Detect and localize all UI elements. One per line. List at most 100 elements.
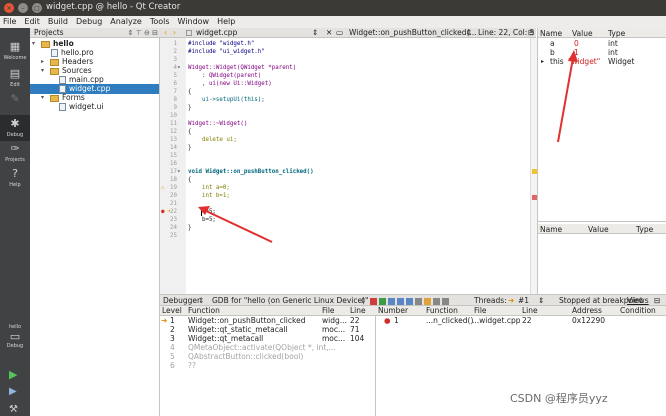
- tree-item-widget-ui[interactable]: widget.ui: [59, 102, 104, 112]
- breakpoint-function: ...n_clicked(): [426, 316, 474, 325]
- mode-projects[interactable]: ✑ Projects: [0, 140, 30, 166]
- frame-function: Widget::on_pushButton_clicked: [188, 316, 306, 325]
- toggle-breakpoint-icon[interactable]: [424, 297, 431, 305]
- locals-row[interactable]: b 1 int: [538, 48, 666, 57]
- locals-header: Name Value Type: [538, 28, 666, 38]
- thread-selector[interactable]: #1: [518, 295, 529, 306]
- breakpoint-row[interactable]: ● 1 ...n_clicked() ...widget.cpp 22 0x12…: [376, 316, 666, 325]
- frame-line: 104: [350, 334, 365, 343]
- symbol-dropdown-icon[interactable]: ⇕: [466, 28, 472, 37]
- symbol-selector[interactable]: Widget::on_pushButton_clicked(...: [349, 28, 477, 37]
- code-line: void Widget::on_pushButton_clicked(): [188, 169, 314, 175]
- menu-file[interactable]: File: [3, 16, 16, 28]
- continue-icon[interactable]: [379, 297, 386, 305]
- column-header[interactable]: Address: [572, 306, 602, 315]
- forward-arrow-icon[interactable]: ›: [173, 28, 176, 37]
- mode-help[interactable]: ? Help: [0, 165, 30, 191]
- stack-frame-row[interactable]: 5 QAbstractButton::clicked(bool): [160, 352, 376, 361]
- column-header[interactable]: File: [322, 306, 335, 315]
- column-header[interactable]: File: [474, 306, 487, 315]
- maximize-window-button[interactable]: □: [32, 3, 42, 13]
- menu-edit[interactable]: Edit: [24, 16, 40, 28]
- menu-build[interactable]: Build: [48, 16, 68, 28]
- step-over-icon[interactable]: [388, 297, 395, 305]
- step-into-icon[interactable]: [397, 297, 404, 305]
- menu-tools[interactable]: Tools: [150, 16, 170, 28]
- watermark: CSDN @程序员yyz: [510, 392, 608, 405]
- thread-dropdown-icon[interactable]: ⇕: [538, 295, 544, 306]
- column-header[interactable]: Type: [636, 225, 653, 234]
- expand-arrow-icon[interactable]: ▾: [41, 66, 47, 76]
- split-icon[interactable]: ⊟: [528, 28, 534, 37]
- mode-debug[interactable]: ✱ Debug: [0, 115, 30, 141]
- close-panel-icon[interactable]: ⊟: [654, 295, 660, 306]
- mode-sidebar: ▦ Welcome ▤ Edit ✎ ✱ Debug ✑ Projects ? …: [0, 28, 30, 416]
- engine-dropdown-icon[interactable]: ⇕: [360, 295, 366, 306]
- file-dropdown-icon[interactable]: ⇕: [312, 28, 318, 37]
- views-menu[interactable]: Views: [627, 295, 649, 306]
- run-icon[interactable]: ▶: [9, 368, 17, 381]
- menu-debug[interactable]: Debug: [76, 16, 102, 28]
- debug-run-icon[interactable]: ▶: [9, 386, 17, 397]
- fold-marker-icon[interactable]: ▾: [177, 64, 181, 72]
- column-header[interactable]: Line: [350, 306, 366, 315]
- locals-row[interactable]: ▸ this "widget" Widget: [538, 57, 666, 66]
- column-header[interactable]: Number: [378, 306, 408, 315]
- column-header[interactable]: Value: [588, 225, 609, 234]
- menu-window[interactable]: Window: [178, 16, 210, 28]
- monitor-icon: ▭: [9, 330, 21, 343]
- projects-toolbar[interactable]: ⇕ ⊤ ⊖ ⊟: [128, 28, 158, 38]
- column-header[interactable]: Level: [162, 306, 182, 315]
- mode-welcome[interactable]: ▦ Welcome: [0, 38, 30, 64]
- line-number: 24: [170, 225, 177, 231]
- code-line: }: [188, 145, 192, 151]
- stack-frame-row[interactable]: 3 Widget::qt_metacall moc... 104: [160, 334, 376, 343]
- column-header[interactable]: Name: [540, 225, 562, 234]
- menu-analyze[interactable]: Analyze: [110, 16, 142, 28]
- close-file-icon[interactable]: ✕: [326, 28, 332, 37]
- line-number: 5: [173, 73, 178, 79]
- step-out-icon[interactable]: [406, 297, 413, 305]
- column-header[interactable]: Value: [572, 29, 593, 38]
- debugger-dropdown-icon[interactable]: ⇕: [198, 295, 204, 306]
- close-window-button[interactable]: ✕: [4, 3, 14, 13]
- expand-arrow-icon[interactable]: ▸: [541, 57, 544, 66]
- back-arrow-icon[interactable]: ‹: [164, 28, 167, 37]
- column-header[interactable]: Condition: [620, 306, 656, 315]
- frame-level: 6: [170, 361, 175, 370]
- reverse-icon[interactable]: [442, 297, 449, 305]
- breakpoint-icon[interactable]: ●: [161, 208, 165, 216]
- mode-edit[interactable]: ▤ Edit: [0, 65, 30, 91]
- restart-icon[interactable]: [415, 297, 422, 305]
- column-header[interactable]: Line: [522, 306, 538, 315]
- minimize-window-button[interactable]: –: [18, 3, 28, 13]
- mode-design[interactable]: ✎: [0, 90, 30, 116]
- column-header[interactable]: Name: [540, 29, 562, 38]
- column-header[interactable]: Function: [188, 306, 220, 315]
- projects-header: Projects ⇕ ⊤ ⊖ ⊟: [30, 28, 160, 38]
- expand-arrow-icon[interactable]: ▾: [41, 93, 47, 103]
- stack-frame-row[interactable]: ➜ 1 Widget::on_pushButton_clicked widg..…: [160, 316, 376, 325]
- debug-controls[interactable]: [370, 295, 451, 306]
- grid-icon: ▦: [9, 40, 21, 53]
- code-editor[interactable]: #include "widget.h" #include "ui_widget.…: [186, 38, 530, 294]
- frame-file: widg...: [322, 316, 347, 325]
- editor-scrollbar[interactable]: [530, 38, 537, 294]
- debugger-engine-selector[interactable]: GDB for "hello (on Generic Linux Device)…: [212, 295, 369, 306]
- build-hammer-icon[interactable]: ⚒: [9, 404, 18, 415]
- stop-icon[interactable]: [370, 297, 377, 305]
- fold-marker-icon[interactable]: ▾: [177, 168, 181, 176]
- locals-row[interactable]: a 0 int: [538, 39, 666, 48]
- stack-view: Level Function File Line ➜ 1 Widget::on_…: [160, 306, 376, 416]
- instruction-mode-icon[interactable]: [433, 297, 440, 305]
- stack-frame-row[interactable]: 6 ??: [160, 361, 376, 370]
- menu-help[interactable]: Help: [217, 16, 235, 28]
- expand-arrow-icon[interactable]: ▾: [32, 39, 38, 49]
- stack-frame-row[interactable]: 4 QMetaObject::activate(QObject *, int,.…: [160, 343, 376, 352]
- editor-file-tab[interactable]: widget.cpp: [196, 28, 237, 37]
- stack-frame-row[interactable]: 2 Widget::qt_static_metacall moc... 71: [160, 325, 376, 334]
- column-header[interactable]: Function: [426, 306, 458, 315]
- kit-selector[interactable]: hello ▭ Debug: [0, 324, 30, 349]
- column-header[interactable]: Type: [608, 29, 625, 38]
- line-number-gutter: 1 2 3 4 5 6 7 8 9 10 11 12 13 14 15 16 1…: [160, 38, 186, 294]
